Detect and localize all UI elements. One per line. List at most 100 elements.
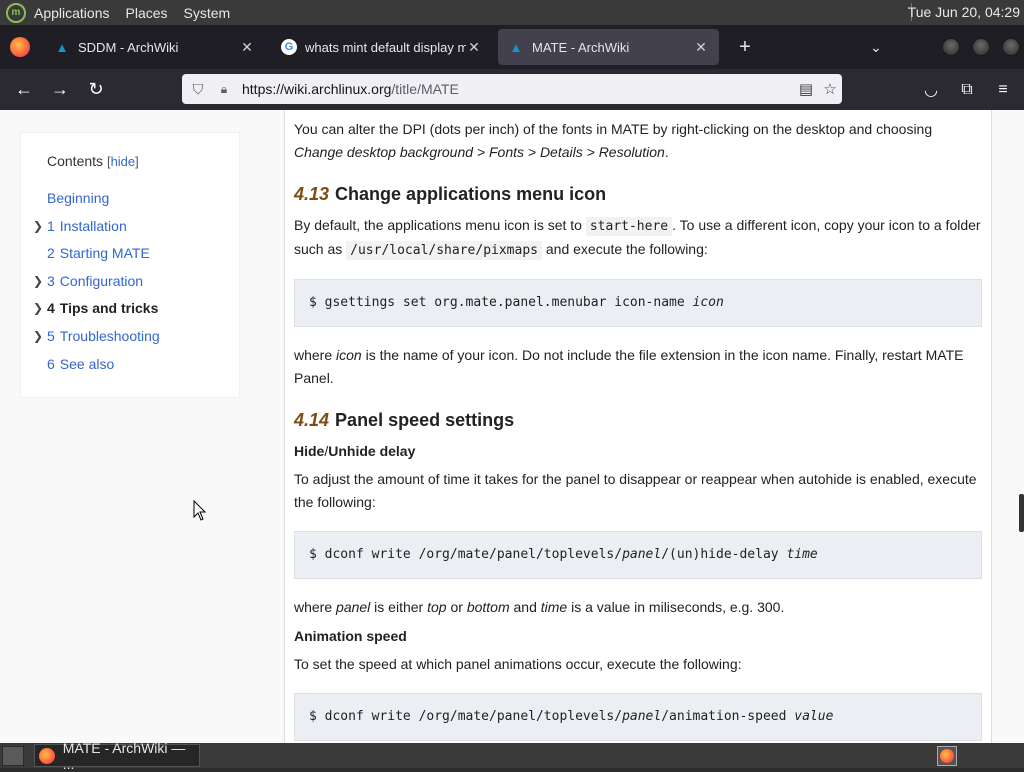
show-desktop-button[interactable] xyxy=(2,745,24,766)
code-text: $ gsettings set org.mate.panel.menubar i… xyxy=(309,295,693,310)
scrollbar-thumb[interactable] xyxy=(1019,494,1024,532)
code-text: /animation-speed xyxy=(661,709,795,724)
system-menu[interactable]: System xyxy=(184,5,231,21)
code-block: $ gsettings set org.mate.panel.menubar i… xyxy=(294,279,982,327)
list-all-tabs-icon[interactable]: ⌄ xyxy=(870,39,882,56)
chevron-right-icon[interactable]: ❯ xyxy=(33,323,43,351)
close-tab-icon[interactable]: ✕ xyxy=(693,39,709,56)
places-menu[interactable]: Places xyxy=(126,5,168,21)
tab-mate[interactable]: ▲ MATE - ArchWiki ✕ xyxy=(498,29,719,65)
new-tab-button[interactable]: + xyxy=(731,36,759,59)
toc-item-starting-mate[interactable]: 2 Starting MATE xyxy=(47,240,239,268)
toc-item-beginning[interactable]: Beginning xyxy=(47,185,239,213)
text: where xyxy=(294,347,337,363)
google-icon: G xyxy=(281,39,297,55)
menu-path: Change desktop background > Fonts > Deta… xyxy=(294,144,665,160)
page-content: Contents [hide] Beginning ❯ 1 Installation… xyxy=(0,110,1024,743)
toc-item-configuration[interactable]: ❯ 3 Configuration xyxy=(33,268,239,296)
variable: top xyxy=(427,599,447,615)
tab-title: MATE - ArchWiki xyxy=(532,39,630,55)
toc-item-troubleshooting[interactable]: ❯ 5 Troubleshooting xyxy=(33,323,239,351)
code-variable: value xyxy=(794,709,834,724)
lock-icon[interactable]: 🔒︎ xyxy=(216,82,232,97)
toc-item-label: Beginning xyxy=(47,190,110,206)
text: Unhide delay xyxy=(328,443,416,459)
text: and xyxy=(509,599,541,615)
mouse-cursor-icon xyxy=(193,499,207,521)
toc-item-number: 3 xyxy=(47,272,55,289)
text: . xyxy=(664,144,669,160)
text: By default, the applications menu icon i… xyxy=(294,217,586,233)
tab-bar: ▲ SDDM - ArchWiki ✕ G whats mint default… xyxy=(0,25,1024,69)
tab-sddm[interactable]: ▲ SDDM - ArchWiki ✕ xyxy=(44,29,265,65)
code-variable: time xyxy=(786,547,818,562)
url-path: /title/MATE xyxy=(391,81,459,97)
tab-title: whats mint default display m xyxy=(305,39,466,55)
section-title: Panel speed settings xyxy=(335,410,515,430)
text: or xyxy=(446,599,467,615)
taskbar-window-button[interactable]: MATE - ArchWiki — ... xyxy=(34,740,200,772)
firefox-icon xyxy=(39,747,55,764)
toc-item-number: 5 xyxy=(47,327,55,344)
chevron-right-icon[interactable]: ❯ xyxy=(33,268,43,296)
text: You can alter the DPI (dots per inch) of… xyxy=(294,121,933,137)
toc-item-see-also[interactable]: 6 See also xyxy=(47,351,239,379)
subheading-animation-speed: Animation speed xyxy=(294,628,407,644)
text: is the name of your icon. Do not include… xyxy=(294,347,964,386)
variable: icon xyxy=(336,347,362,363)
close-window-button[interactable] xyxy=(1002,38,1020,56)
toc-item-label: See also xyxy=(59,355,115,372)
back-button[interactable]: ← xyxy=(8,74,40,106)
dpi-paragraph: You can alter the DPI (dots per inch) of… xyxy=(294,118,982,164)
url-text[interactable]: https://wiki.archlinux.org/title/MATE xyxy=(242,81,794,97)
close-tab-icon[interactable]: ✕ xyxy=(466,39,482,56)
section-heading-4-14: 4.14 Panel speed settings xyxy=(294,408,982,432)
menu-icon[interactable]: ≡ xyxy=(987,74,1019,106)
shield-icon[interactable]: ⛉ xyxy=(190,81,206,98)
toc-title: Contents xyxy=(47,153,104,169)
section-title: Change applications menu icon xyxy=(335,184,607,204)
bookmark-star-icon[interactable]: ☆ xyxy=(818,80,842,98)
toc-item-label: Troubleshooting xyxy=(59,327,160,344)
close-tab-icon[interactable]: ✕ xyxy=(239,39,255,56)
url-prefix: https://wiki. xyxy=(242,81,312,97)
tab-title: SDDM - ArchWiki xyxy=(78,39,179,55)
hide-delay-explanation: where panel is either top or bottom and … xyxy=(294,596,982,619)
code-variable: panel xyxy=(622,547,662,562)
minimize-button[interactable] xyxy=(942,38,960,56)
toc-item-number: 6 xyxy=(47,355,55,372)
code-block: $ dconf write /org/mate/panel/toplevels/… xyxy=(294,693,982,741)
reader-view-icon[interactable]: ▤ xyxy=(794,80,818,98)
section-number: 4.13 xyxy=(294,184,330,204)
toc-hide-link[interactable]: hide xyxy=(111,154,136,169)
toc-item-tips-and-tricks[interactable]: ❯ 4 Tips and tricks xyxy=(33,295,239,323)
code-text: $ dconf write /org/mate/panel/toplevels/ xyxy=(309,709,623,724)
clock[interactable]: Tue Jun 20, 04:29 xyxy=(908,4,1020,20)
window-title: MATE - ArchWiki — ... xyxy=(62,739,186,772)
toc-item-label: Starting MATE xyxy=(59,245,150,262)
code-variable: icon xyxy=(692,295,724,310)
chevron-right-icon[interactable]: ❯ xyxy=(33,295,43,323)
navigation-bar: ← → ↻ ⛉ 🔒︎ https://wiki.archlinux.org/ti… xyxy=(0,69,1024,110)
forward-button[interactable]: → xyxy=(44,74,76,106)
firefox-view-icon[interactable] xyxy=(10,37,30,57)
toc-item-installation[interactable]: ❯ 1 Installation xyxy=(33,213,239,241)
reload-button[interactable]: ↻ xyxy=(80,74,112,106)
inline-code: start-here xyxy=(585,217,673,236)
icon-name-paragraph: where icon is the name of your icon. Do … xyxy=(294,344,982,390)
mint-menu-icon[interactable]: m xyxy=(6,2,26,23)
maximize-button[interactable] xyxy=(972,38,990,56)
variable: panel xyxy=(336,599,371,615)
pocket-icon[interactable]: ◡ xyxy=(915,74,947,106)
applications-menu[interactable]: Applications xyxy=(34,5,110,21)
firefox-icon xyxy=(940,748,954,763)
extensions-icon[interactable]: ⧉ xyxy=(951,74,983,106)
url-bar[interactable]: ⛉ 🔒︎ https://wiki.archlinux.org/title/MA… xyxy=(182,74,842,104)
url-domain: archlinux.org xyxy=(311,81,392,97)
tab-google-search[interactable]: G whats mint default display m ✕ xyxy=(271,29,492,65)
chevron-right-icon[interactable]: ❯ xyxy=(33,213,43,241)
code-variable: panel xyxy=(622,709,662,724)
menu-icon-paragraph: By default, the applications menu icon i… xyxy=(294,214,982,262)
workspace-switcher[interactable] xyxy=(937,745,957,766)
inline-code: /usr/local/share/pixmaps xyxy=(346,241,542,260)
